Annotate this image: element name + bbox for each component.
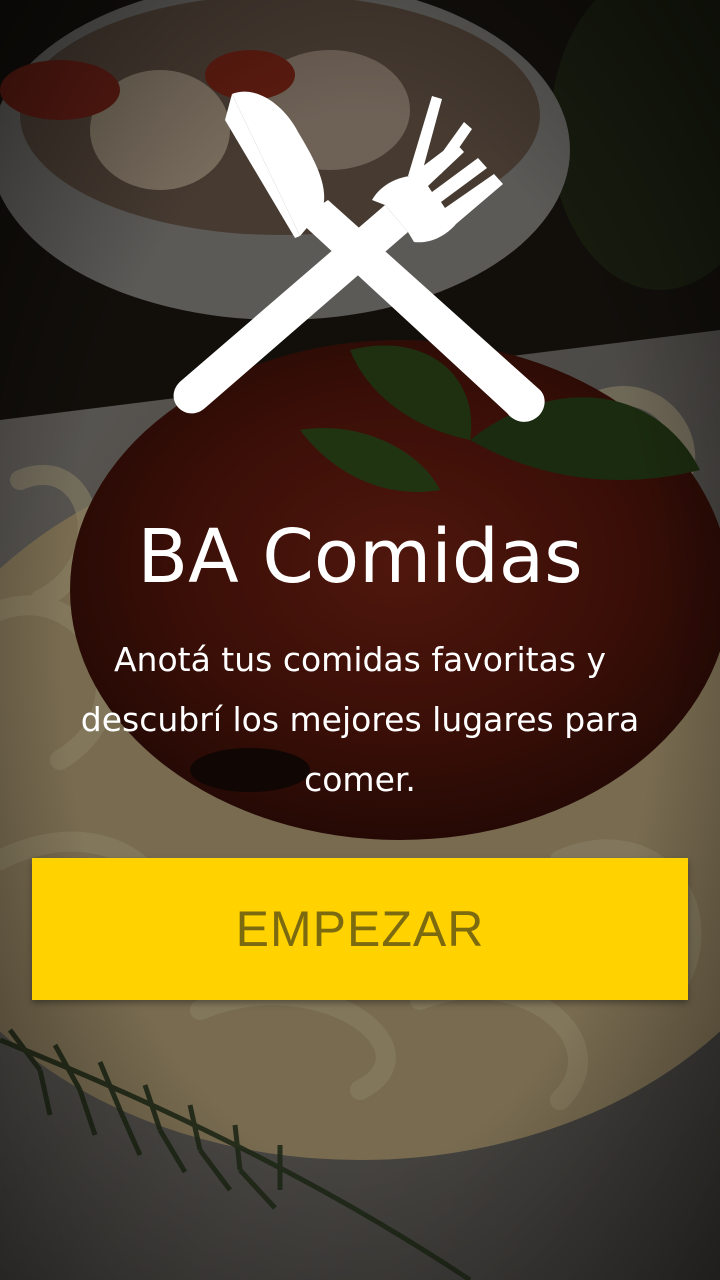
app-title: BA Comidas (137, 514, 583, 600)
fork-knife-icon (170, 85, 550, 430)
start-button[interactable]: EMPEZAR (32, 858, 688, 1000)
app-subtitle: Anotá tus comidas favoritas y descubrí l… (80, 640, 640, 799)
